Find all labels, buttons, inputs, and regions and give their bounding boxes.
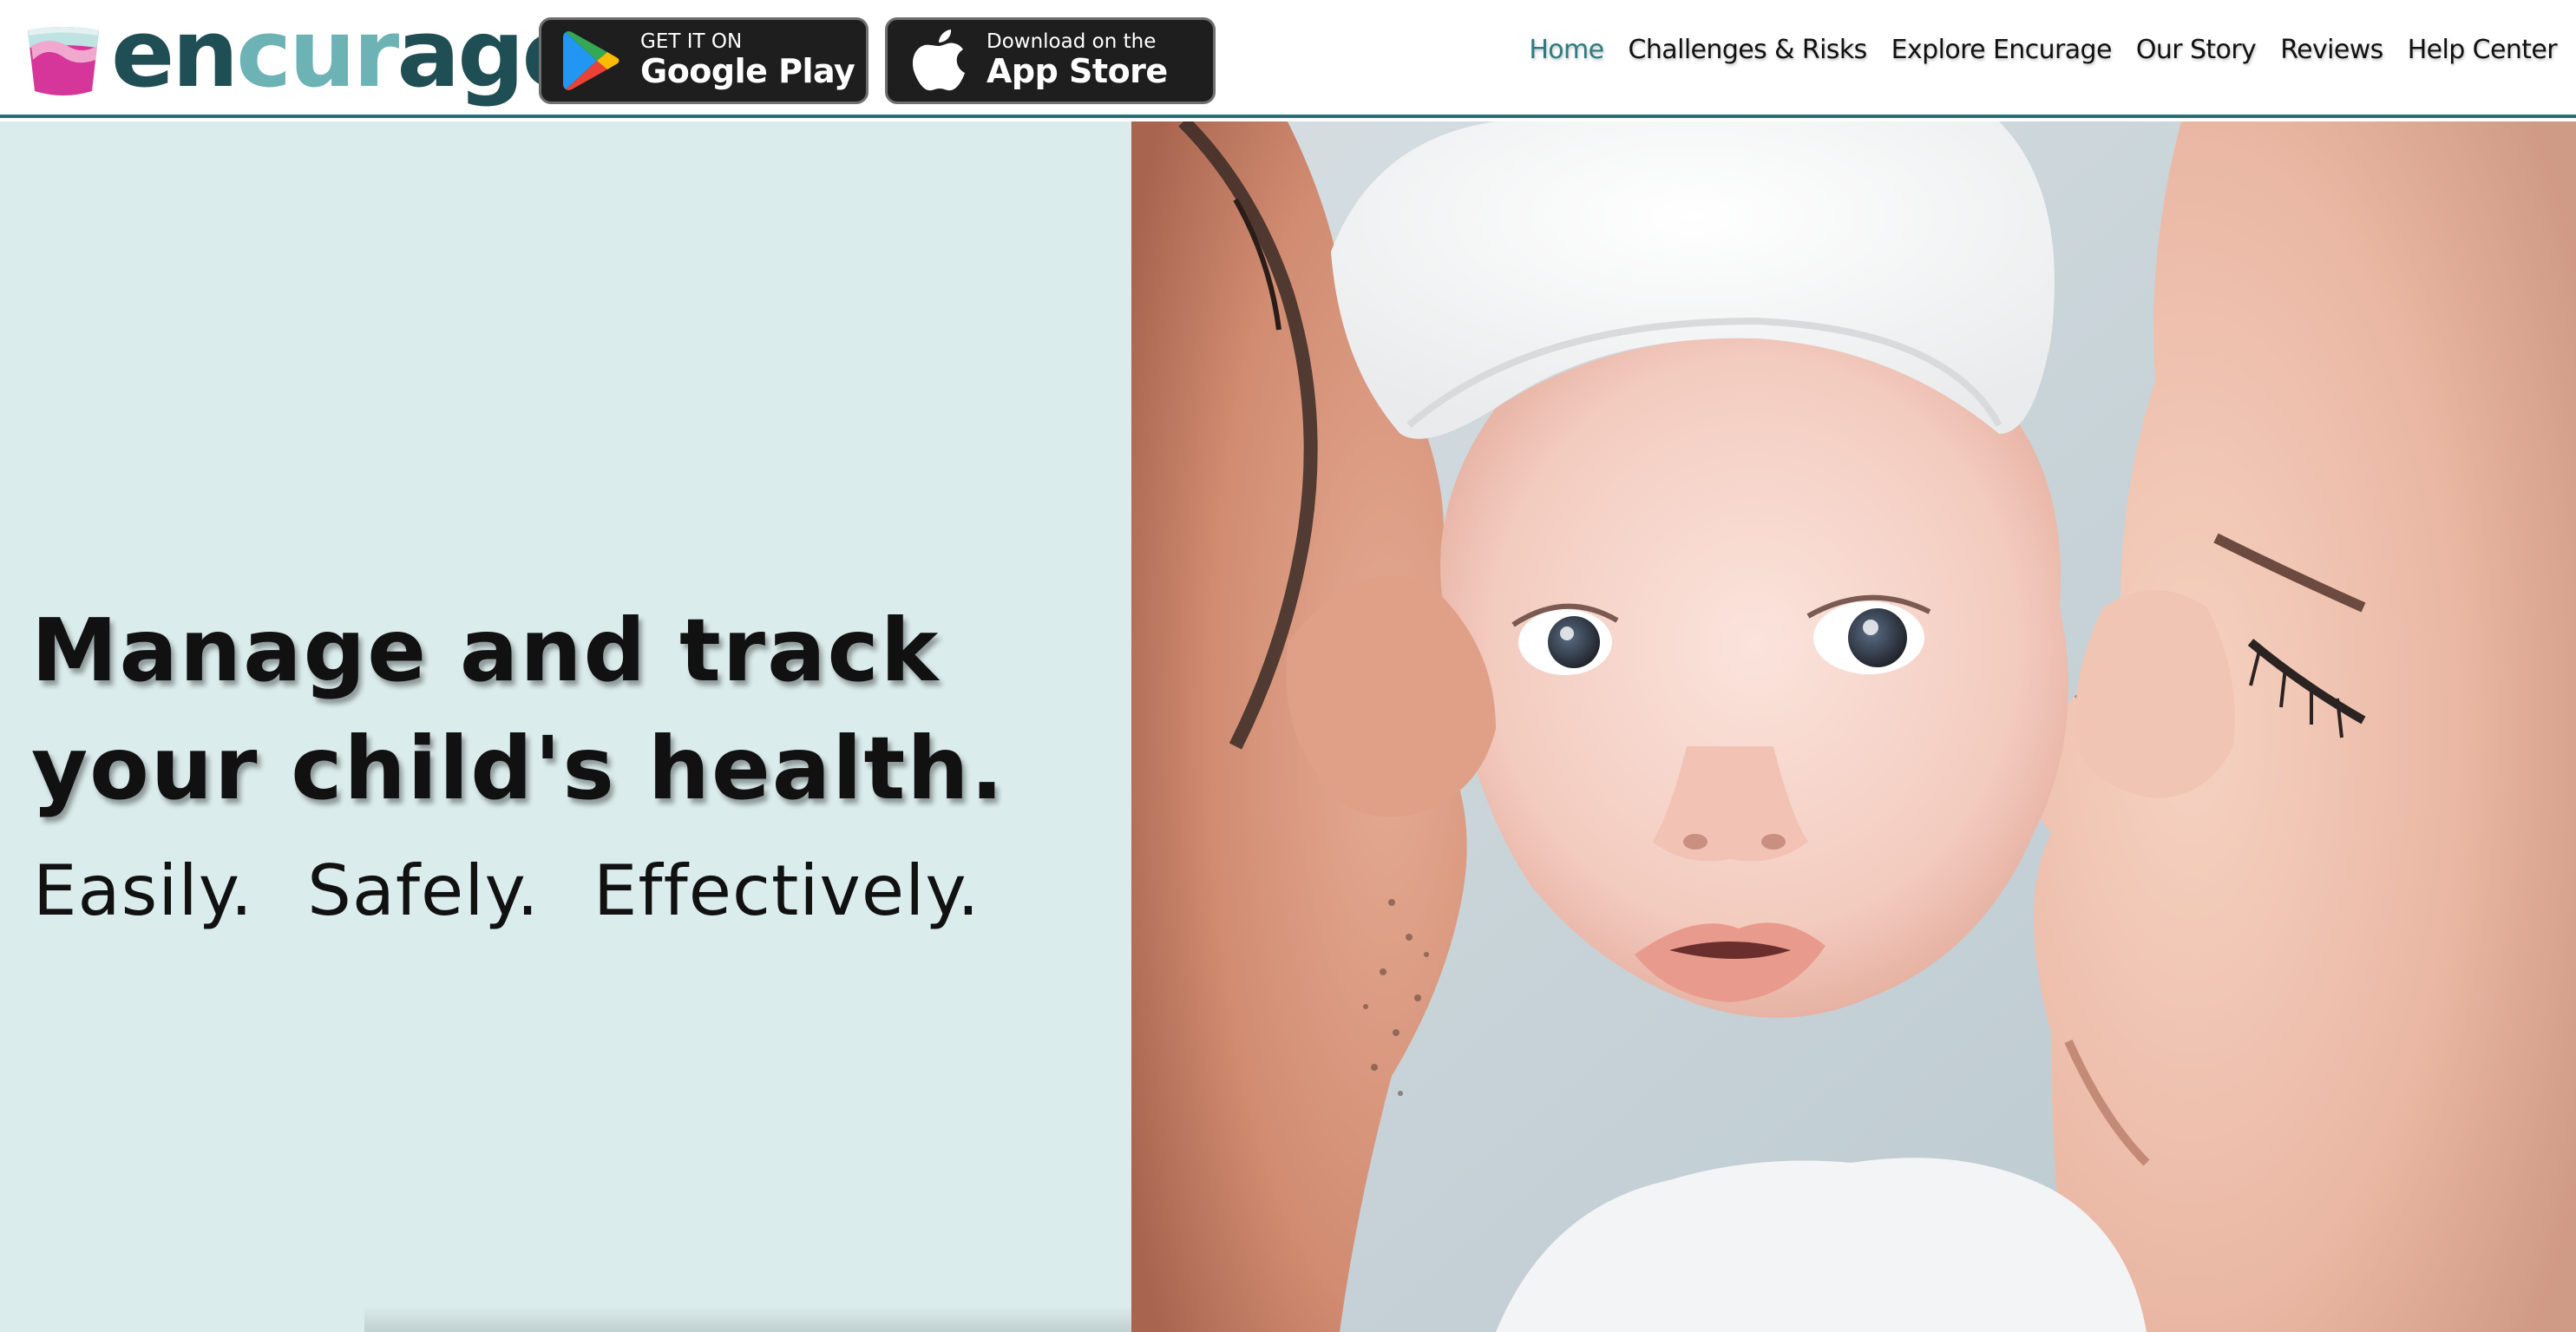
hero-family-photo — [1131, 121, 2576, 1332]
tagline-easily: Easily. — [33, 850, 254, 931]
tagline-effectively: Effectively. — [593, 850, 980, 931]
hero-headline: Manage and track your child's health. — [31, 592, 1006, 828]
encurage-logo[interactable]: encurage — [24, 8, 586, 104]
nav-item-explore-encurage[interactable]: Explore Encurage — [1891, 35, 2113, 65]
google-play-button[interactable]: GET IT ON Google Play — [539, 17, 868, 104]
app-store-small-label: Download on the — [986, 30, 1157, 53]
site-header: encurage GET IT ON Google Play Download … — [0, 0, 2576, 118]
cup-icon — [28, 27, 99, 95]
app-store-text: Download on the App Store — [986, 30, 1168, 91]
hero-tagline: Easily. Safely. Effectively. — [33, 850, 980, 931]
hero-headline-line-2: your child's health. — [31, 718, 1006, 819]
nav-item-help-center[interactable]: Help Center — [2408, 35, 2558, 65]
nav-item-challenges-risks[interactable]: Challenges & Risks — [1629, 35, 1868, 65]
nav-item-home[interactable]: Home — [1529, 35, 1604, 65]
google-play-big-label: Google Play — [640, 51, 855, 90]
app-store-button[interactable]: Download on the App Store — [885, 17, 1216, 104]
google-play-icon — [563, 31, 619, 90]
nav-item-reviews[interactable]: Reviews — [2280, 35, 2383, 65]
main-nav: Home Challenges & Risks Explore Encurage… — [1504, 35, 2557, 65]
tagline-safely: Safely. — [307, 850, 540, 931]
hero-text-panel: Manage and track your child's health. Ea… — [0, 121, 1131, 1332]
google-play-text: GET IT ON Google Play — [640, 30, 855, 91]
nav-item-our-story[interactable]: Our Story — [2136, 35, 2257, 65]
google-play-small-label: GET IT ON — [640, 30, 743, 53]
hero-headline-line-1: Manage and track — [31, 600, 941, 701]
logo-wordmark: encurage — [111, 8, 586, 102]
logo-wordmark-part1: en — [111, 0, 239, 108]
family-photo-illustration — [1131, 121, 2576, 1332]
app-store-big-label: App Store — [986, 51, 1168, 90]
apple-icon — [913, 30, 965, 91]
panel-bottom-shadow — [364, 1306, 1131, 1332]
logo-wordmark-part2: cur — [236, 0, 399, 108]
